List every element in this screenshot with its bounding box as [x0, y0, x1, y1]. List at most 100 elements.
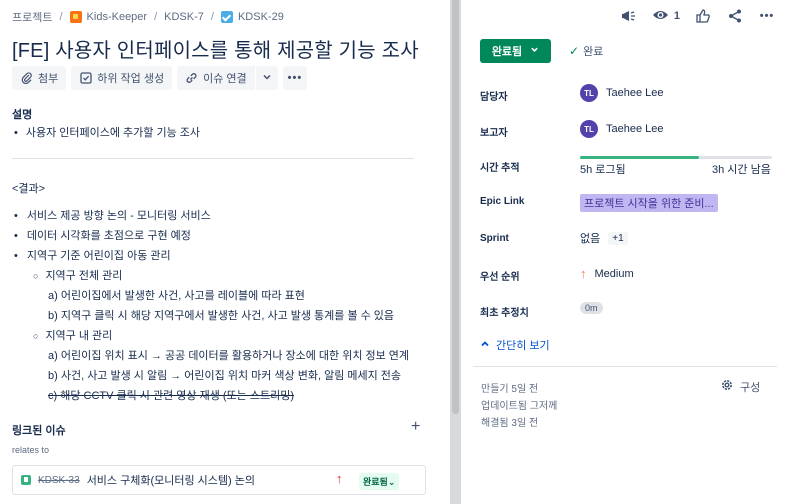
resolution-label: 완료 [583, 46, 604, 58]
resolved-date: 해결됨 3일 전 [481, 418, 539, 429]
sprint-more-badge[interactable]: +1 [608, 231, 628, 245]
relation-label: relates to [12, 445, 50, 455]
chevron-down-icon: ⌄ [387, 477, 396, 487]
check-icon: ✓ [569, 44, 580, 58]
like-icon[interactable] [694, 6, 712, 26]
link-issue-button[interactable]: 이슈 연결 [177, 66, 255, 90]
breadcrumb-project[interactable]: Kids-Keeper [87, 11, 148, 23]
paperclip-icon [20, 72, 33, 85]
linked-issues-heading: 링크된 이슈 [12, 425, 66, 437]
subtask-label: 하위 작업 생성 [97, 73, 165, 85]
description-heading: 설명 [12, 109, 33, 121]
list-item: b) 지역구 클릭 시 해당 지역구에서 발생한 사건, 사고 발생 통계를 볼… [48, 310, 395, 322]
linked-issue-summary[interactable]: 서비스 구체화(모니터링 시스템) 논의 [87, 472, 255, 488]
breadcrumb: 프로젝트 / Kids-Keeper / KDSK-7 / KDSK-29 [12, 9, 284, 25]
linked-issue-status[interactable]: 완료됨⌄ [359, 473, 400, 490]
chevron-down-icon [262, 72, 272, 85]
breadcrumb-projects[interactable]: 프로젝트 [12, 9, 52, 25]
original-estimate-value[interactable]: 0m [580, 302, 603, 314]
attach-label: 첨부 [38, 73, 59, 85]
list-item: 지역구 전체 관리 [14, 266, 409, 286]
original-estimate-label: 최초 추정치 [480, 308, 529, 319]
list-item: 지역구 내 관리 [14, 326, 409, 346]
assignee-value[interactable]: TL Taehee Lee [580, 84, 664, 102]
list-item: 서비스 제공 방향 논의 - 모니터링 서비스 [14, 206, 409, 226]
assignee-name: Taehee Lee [606, 87, 664, 99]
header-actions: 1 ••• [620, 6, 776, 26]
priority-name: Medium [594, 267, 634, 280]
create-subtask-button[interactable]: 하위 작업 생성 [71, 66, 173, 90]
resolution: ✓ 완료 [569, 43, 603, 59]
description-body[interactable]: 사용자 인터페이스에 추가할 기능 조사 [14, 124, 200, 140]
reporter-value[interactable]: TL Taehee Lee [580, 120, 664, 138]
list-item: 데이터 시각화를 초점으로 구현 예정 [14, 226, 409, 246]
time-tracking-fill [580, 156, 700, 159]
show-less-button[interactable]: 간단히 보기 [480, 337, 550, 353]
link-issue-group: 이슈 연결 [177, 66, 278, 90]
linked-issue-card[interactable]: KDSK-33 서비스 구체화(모니터링 시스템) 논의 ↑ 완료됨⌄ [12, 465, 426, 495]
priority-value[interactable]: ↑ Medium [580, 266, 634, 281]
status-dropdown-button[interactable]: 완료됨 [480, 39, 551, 63]
time-tracking-label: 시간 추적 [480, 163, 520, 174]
story-icon [21, 475, 31, 485]
time-tracking-bar[interactable] [580, 156, 772, 159]
epic-link-value[interactable]: 프로젝트 시작을 위한 준비... [580, 194, 718, 212]
watchers-button[interactable]: 1 [652, 9, 680, 24]
result-list[interactable]: 서비스 제공 방향 논의 - 모니터링 서비스 데이터 시각화를 초점으로 구현… [14, 206, 409, 406]
share-icon[interactable] [726, 6, 744, 26]
project-icon [69, 11, 82, 23]
priority-label: 우선 순위 [480, 272, 520, 283]
list-item: 지역구 기준 어린이집 아동 관리 [14, 246, 409, 266]
priority-medium-icon: ↑ [580, 266, 587, 281]
link-icon [185, 72, 198, 85]
list-item: 사용자 인터페이스에 추가할 기능 조사 [14, 124, 200, 140]
link-issue-label: 이슈 연결 [203, 73, 247, 85]
divider [473, 366, 777, 367]
issue-title[interactable]: [FE] 사용자 인터페이스를 통해 제공할 기능 조사 [12, 34, 419, 63]
status-label: 완료됨 [491, 46, 523, 58]
divider [12, 158, 414, 159]
attach-button[interactable]: 첨부 [12, 66, 67, 90]
more-icon[interactable]: ••• [758, 6, 776, 26]
list-item: b) 사건, 사고 발생 시 알림 → 어린이집 위치 마커 색상 변화, 알림… [48, 370, 402, 382]
task-icon [220, 11, 233, 23]
time-remaining: 3h 시간 남음 [712, 164, 771, 176]
breadcrumb-parent[interactable]: KDSK-7 [164, 11, 204, 23]
subtask-icon [79, 72, 92, 85]
sprint-value[interactable]: 없음 +1 [580, 230, 628, 246]
breadcrumb-issue[interactable]: KDSK-29 [238, 11, 284, 23]
show-less-label: 간단히 보기 [496, 340, 550, 352]
time-logged: 5h 로그됨 [580, 164, 626, 176]
more-icon: ••• [287, 72, 303, 84]
linked-issue-key[interactable]: KDSK-33 [38, 475, 80, 486]
estimate-badge: 0m [580, 302, 603, 314]
sprint-name: 없음 [580, 233, 601, 245]
feedback-icon[interactable] [620, 6, 638, 26]
epic-link-label: Epic Link [480, 196, 525, 207]
result-heading: <결과> [12, 183, 46, 195]
breadcrumb-separator: / [154, 11, 158, 23]
assignee-label: 담당자 [480, 92, 508, 103]
chevron-down-icon [530, 45, 539, 57]
more-actions-button[interactable]: ••• [282, 66, 308, 90]
eye-icon [652, 9, 669, 24]
reporter-name: Taehee Lee [606, 123, 664, 135]
add-link-icon[interactable]: + [411, 418, 420, 436]
breadcrumb-separator: / [59, 11, 63, 23]
updated-date: 업데이트됨 그저께 [481, 401, 558, 412]
reporter-label: 보고자 [480, 128, 508, 139]
avatar: TL [580, 120, 598, 138]
linked-status-label: 완료됨 [363, 477, 388, 487]
list-item: a) 어린이집에서 발생한 사건, 사고를 레이블에 따라 표현 [48, 290, 305, 302]
sprint-label: Sprint [480, 233, 509, 244]
created-date: 만들기 5일 전 [481, 384, 539, 395]
chevron-up-icon [480, 339, 490, 352]
configure-button[interactable]: 구성 [720, 378, 760, 395]
link-issue-dropdown[interactable] [255, 66, 278, 90]
scrollbar-thumb[interactable] [452, 0, 459, 414]
breadcrumb-separator: / [210, 11, 214, 23]
issue-details-panel: 1 ••• 완료됨 ✓ 완료 담당자 TL Taehee Lee 보고자 TL … [461, 0, 788, 504]
issue-main-panel: 프로젝트 / Kids-Keeper / KDSK-7 / KDSK-29 [F… [0, 0, 450, 504]
list-item: a) 어린이집 위치 표시 → 공공 데이터를 활용하거나 장소에 대한 위치 … [48, 350, 410, 362]
issue-toolbar: 첨부 하위 작업 생성 이슈 연결 ••• [12, 66, 308, 90]
